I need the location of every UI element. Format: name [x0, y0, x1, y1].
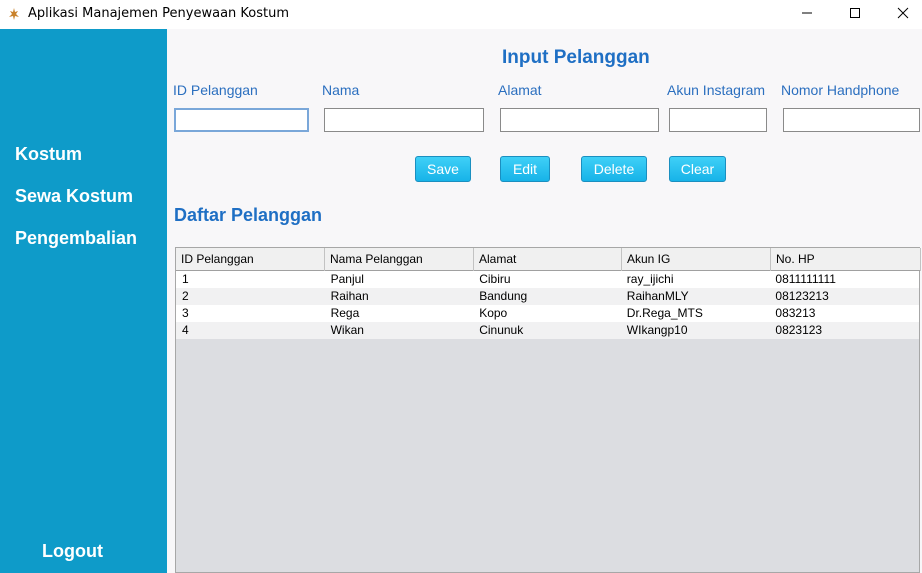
customer-table[interactable]: ID Pelanggan Nama Pelanggan Alamat Akun …: [175, 247, 921, 573]
table-cell: Cinunuk: [479, 323, 524, 337]
id-pelanggan-label: ID Pelanggan: [173, 82, 258, 98]
table-cell: RaihanMLY: [626, 289, 689, 303]
maximize-button[interactable]: [832, 0, 878, 29]
table-header: ID Pelanggan Nama Pelanggan Alamat Akun …: [176, 248, 921, 271]
alamat-input[interactable]: [500, 108, 659, 132]
table-cell: Raihan: [330, 289, 369, 303]
table-cell: Wikan: [330, 323, 364, 337]
sidebar-item-sewa-kostum[interactable]: Sewa Kostum: [15, 186, 133, 207]
table-cell: Cibiru: [479, 272, 511, 286]
table-row[interactable]: 2 Raihan Bandung RaihanMLY 08123213: [176, 288, 919, 305]
column-header[interactable]: Alamat: [474, 248, 622, 271]
column-header[interactable]: No. HP: [771, 248, 921, 271]
akun-instagram-input[interactable]: [669, 108, 767, 132]
minimize-button[interactable]: [784, 0, 830, 29]
table-row[interactable]: 4 Wikan Cinunuk WIkangp10 0823123: [176, 322, 919, 339]
window-title: Aplikasi Manajemen Penyewaan Kostum: [28, 6, 290, 21]
title-bar: Aplikasi Manajemen Penyewaan Kostum: [0, 0, 922, 29]
edit-button[interactable]: Edit: [500, 156, 550, 182]
table-cell: 3: [182, 306, 189, 320]
maximize-icon: [849, 6, 861, 24]
sidebar-item-pengembalian[interactable]: Pengembalian: [15, 228, 137, 249]
logout-button[interactable]: Logout: [42, 541, 103, 562]
nomor-handphone-label: Nomor Handphone: [781, 82, 900, 98]
save-button[interactable]: Save: [415, 156, 471, 182]
table-cell: 08123213: [775, 289, 829, 303]
table-cell: 0823123: [775, 323, 823, 337]
table-cell: 083213: [775, 306, 816, 320]
column-header[interactable]: Akun IG: [622, 248, 771, 271]
akun-instagram-label: Akun Instagram: [667, 82, 766, 98]
column-header[interactable]: ID Pelanggan: [176, 248, 325, 271]
sidebar-item-kostum[interactable]: Kostum: [15, 144, 82, 165]
table-cell: 1: [182, 272, 189, 286]
id-pelanggan-input[interactable]: [174, 108, 309, 132]
sidebar: Kostum Sewa Kostum Pengembalian Logout: [0, 29, 167, 573]
list-title: Daftar Pelanggan: [174, 205, 323, 225]
table-cell: Dr.Rega_MTS: [626, 306, 703, 320]
main-panel: Input Pelanggan ID Pelanggan Nama Alamat…: [167, 29, 922, 573]
nama-input[interactable]: [324, 108, 484, 132]
table-cell: Kopo: [479, 306, 508, 320]
table-body: 1 Panjul Cibiru ray_ijichi 0811111111 2 …: [176, 271, 919, 339]
table-cell: 4: [182, 323, 189, 337]
close-button[interactable]: [880, 0, 922, 29]
table-cell: Rega: [330, 306, 360, 320]
form-title: Input Pelanggan: [502, 47, 650, 68]
table-cell: 0811111111: [775, 272, 836, 286]
table-cell: 2: [182, 289, 189, 303]
column-header[interactable]: Nama Pelanggan: [325, 248, 474, 271]
nama-label: Nama: [322, 82, 360, 98]
close-icon: [897, 6, 909, 24]
delete-button[interactable]: Delete: [581, 156, 647, 182]
table-cell: Bandung: [479, 289, 528, 303]
app-logo-icon: [8, 7, 20, 21]
table-row[interactable]: 1 Panjul Cibiru ray_ijichi 0811111111: [176, 271, 919, 288]
table-row[interactable]: 3 Rega Kopo Dr.Rega_MTS 083213: [176, 305, 919, 322]
table-cell: Panjul: [330, 272, 364, 286]
table-cell: ray_ijichi: [626, 272, 674, 286]
nomor-handphone-input[interactable]: [783, 108, 920, 132]
minimize-icon: [801, 6, 813, 24]
alamat-label: Alamat: [498, 82, 542, 98]
clear-button[interactable]: Clear: [669, 156, 726, 182]
table-cell: WIkangp10: [626, 323, 688, 337]
